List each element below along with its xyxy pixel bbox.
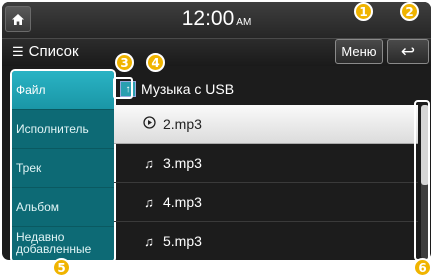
file-row[interactable]: 2.mp3 [114, 105, 418, 144]
callout-1: 1 [354, 2, 373, 21]
music-note-icon: ♫ [144, 194, 154, 210]
back-button[interactable]: ↩ [387, 39, 429, 64]
category-sidebar: Файл Исполнитель Трек Альбом Недавно доб… [10, 69, 116, 260]
folder-row[interactable]: ↑ Музыка с USB [115, 74, 420, 104]
callout-3: 3 [115, 53, 134, 72]
screen: 12:00 AM ☰ Список Меню ↩ Файл Исполнитель… [0, 0, 433, 278]
file-name: 3.mp3 [163, 155, 202, 171]
sidebar-item-artist[interactable]: Исполнитель [12, 110, 114, 149]
callout-4: 4 [146, 53, 165, 72]
clock-ampm: AM [236, 17, 252, 28]
play-icon [141, 116, 157, 132]
sidebar-item-album[interactable]: Альбом [12, 188, 114, 227]
list-icon: ☰ [12, 43, 24, 59]
menu-button[interactable]: Меню [335, 39, 383, 64]
callout-6: 6 [413, 258, 432, 277]
header-bar: ☰ Список Меню ↩ [2, 39, 431, 66]
clock-time: 12:00 [181, 7, 235, 30]
music-note-icon: ♫ [144, 233, 154, 249]
file-list: 2.mp3 ♫ 3.mp3 ♫ 4.mp3 ♫ 5.mp3 [114, 105, 418, 260]
folder-up-highlight [113, 77, 133, 99]
infotainment-screen: 12:00 AM ☰ Список Меню ↩ Файл Исполнитель… [2, 2, 431, 260]
file-name: 5.mp3 [163, 233, 202, 249]
sidebar-item-label-line2: добавленные [16, 242, 92, 256]
back-icon: ↩ [400, 41, 416, 61]
sidebar-item-recently-added[interactable]: Недавно добавленные [12, 227, 114, 260]
scrollbar-highlight [414, 100, 430, 261]
sidebar-item-file[interactable]: Файл [12, 71, 114, 110]
list-title-label: Список [28, 43, 79, 60]
file-row[interactable]: ♫ 5.mp3 [114, 222, 418, 260]
file-name: 2.mp3 [163, 116, 202, 132]
callout-2: 2 [400, 2, 419, 21]
folder-name: Музыка с USB [141, 81, 235, 97]
list-title: ☰ Список [12, 43, 79, 60]
music-note-icon: ♫ [144, 155, 154, 171]
sidebar-item-track[interactable]: Трек [12, 149, 114, 188]
callout-5: 5 [52, 258, 71, 277]
file-row[interactable]: ♫ 3.mp3 [114, 144, 418, 183]
file-name: 4.mp3 [163, 194, 202, 210]
file-row[interactable]: ♫ 4.mp3 [114, 183, 418, 222]
